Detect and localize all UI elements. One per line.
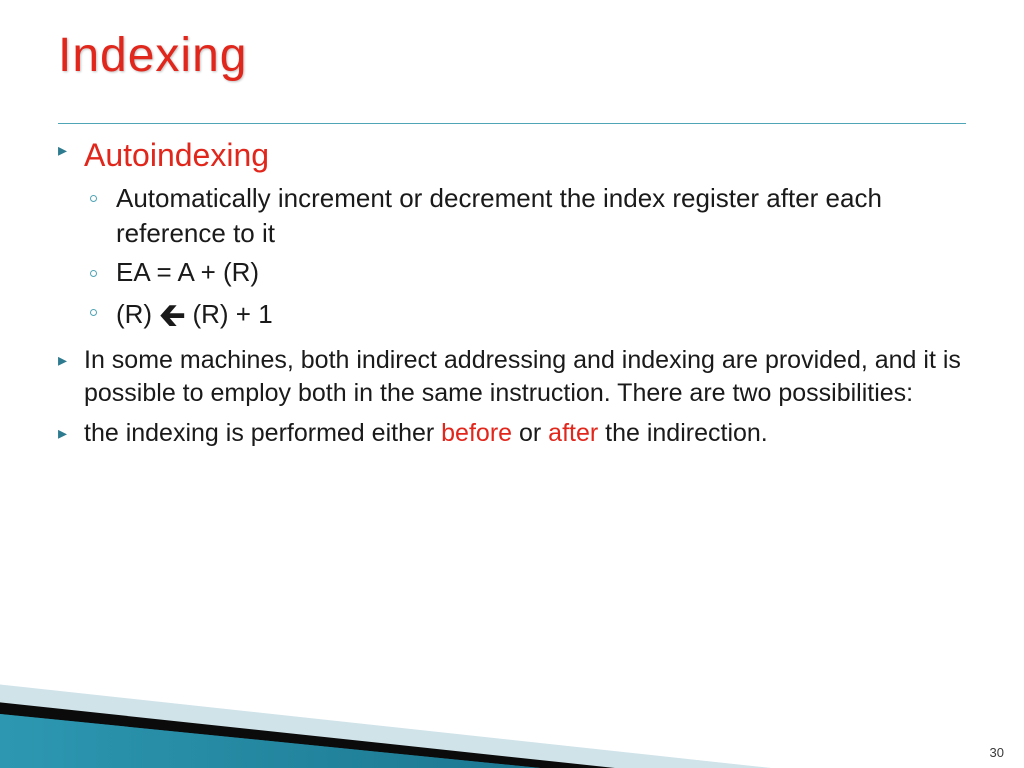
text-mid: or (512, 419, 548, 447)
bullet-autoindexing: Autoindexing (58, 134, 966, 177)
page-number: 30 (990, 745, 1004, 760)
title-divider (58, 123, 966, 124)
left-arrow-icon: 🡰 (159, 294, 185, 337)
decorative-wedge (0, 608, 1024, 768)
bullet-before-after: the indexing is performed either before … (58, 417, 966, 451)
slide-title: Indexing (58, 28, 966, 83)
formula-r-lhs: (R) (116, 299, 159, 329)
word-after: after (548, 419, 598, 447)
text-pre: the indexing is performed either (84, 419, 441, 447)
subbullet-formula-r: (R) 🡰 (R) + 1 (58, 294, 966, 337)
bullet-heading: Autoindexing (84, 137, 269, 173)
word-before: before (441, 419, 512, 447)
text-post: the indirection. (598, 419, 768, 447)
formula-r-rhs: (R) + 1 (185, 299, 272, 329)
subbullet-formula-ea: EA = A + (R) (58, 255, 966, 290)
bullet-both-provided: In some machines, both indirect addressi… (58, 344, 966, 412)
slide: Indexing Autoindexing Automatically incr… (0, 0, 1024, 768)
slide-content: Autoindexing Automatically increment or … (58, 134, 966, 451)
subbullet-description: Automatically increment or decrement the… (58, 181, 966, 251)
